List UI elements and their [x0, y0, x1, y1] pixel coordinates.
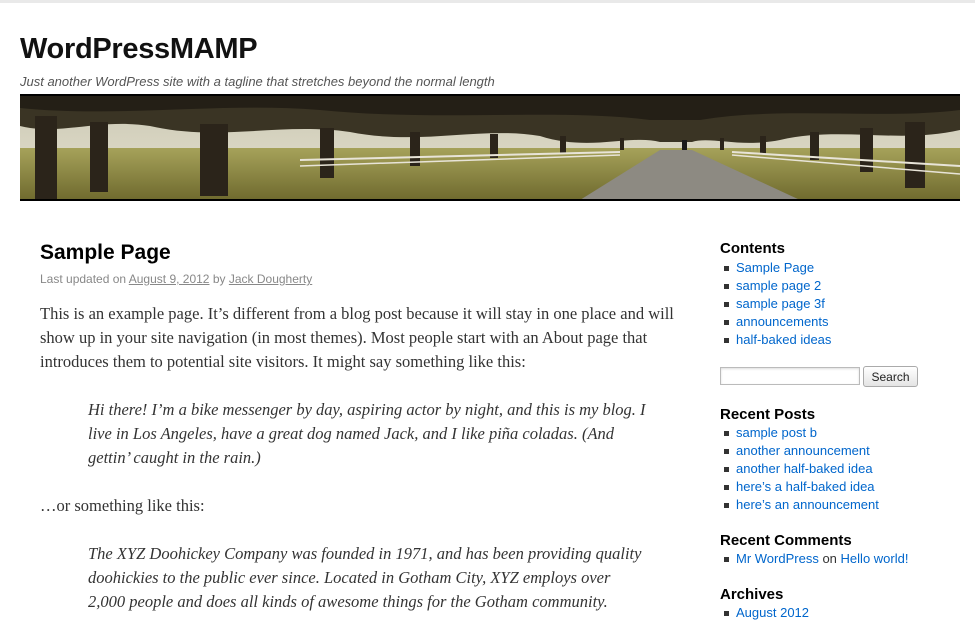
meta-by: by — [212, 272, 226, 286]
blockquote-2: The XYZ Doohickey Company was founded in… — [88, 544, 642, 611]
entry-content: This is an example page. It’s different … — [40, 302, 685, 638]
page-link[interactable]: sample page 3f — [736, 296, 825, 311]
post-link[interactable]: another announcement — [736, 443, 870, 458]
site-tagline: Just another WordPress site with a tagli… — [20, 74, 495, 89]
search-input[interactable] — [720, 367, 860, 385]
list-item: here’s a half-baked idea — [720, 478, 879, 496]
list-item: here’s an announcement — [720, 496, 879, 514]
list-item: half-baked ideas — [720, 331, 831, 349]
comment-author-link[interactable]: Mr WordPress — [736, 551, 819, 566]
archives-title: Archives — [720, 586, 784, 603]
contents-widget: Contents Sample Page sample page 2 sampl… — [720, 240, 831, 349]
recent-comments-title: Recent Comments — [720, 532, 852, 549]
list-item: Sample Page — [720, 259, 831, 277]
paragraph-or: …or something like this: — [40, 496, 205, 515]
paragraph-intro: This is an example page. It’s different … — [40, 304, 674, 371]
list-item: sample page 3f — [720, 295, 831, 313]
site-title[interactable]: WordPressMAMP — [20, 33, 258, 66]
list-item: Mr WordPress on Hello world! — [720, 550, 908, 568]
header-image — [20, 96, 960, 200]
recent-comments-widget: Recent Comments Mr WordPress on Hello wo… — [720, 532, 908, 568]
comment-post-link[interactable]: Hello world! — [841, 551, 909, 566]
list-item: sample page 2 — [720, 277, 831, 295]
page-link[interactable]: Sample Page — [736, 260, 814, 275]
recent-posts-widget: Recent Posts sample post b another annou… — [720, 406, 879, 514]
post-date-link[interactable]: August 9, 2012 — [129, 272, 210, 286]
archive-link[interactable]: August 2012 — [736, 605, 809, 620]
post-link[interactable]: here’s a half-baked idea — [736, 479, 875, 494]
meta-prefix: Last updated on — [40, 272, 127, 286]
top-border — [0, 0, 975, 3]
blockquote-1: Hi there! I’m a bike messenger by day, a… — [88, 400, 646, 467]
list-item: August 2012 — [720, 604, 809, 622]
tree-lined-road-header-image — [20, 96, 960, 200]
search-button[interactable]: Search — [863, 366, 918, 387]
header-image-rule — [20, 199, 960, 201]
list-item: announcements — [720, 313, 831, 331]
recent-posts-title: Recent Posts — [720, 406, 816, 423]
list-item: sample post b — [720, 424, 879, 442]
author-link[interactable]: Jack Dougherty — [229, 272, 312, 286]
entry-meta: Last updated on August 9, 2012 by Jack D… — [40, 272, 312, 286]
comment-on-text: on — [822, 551, 837, 566]
archives-widget: Archives August 2012 — [720, 586, 809, 622]
page-link[interactable]: announcements — [736, 314, 829, 329]
post-link[interactable]: sample post b — [736, 425, 817, 440]
page-link[interactable]: half-baked ideas — [736, 332, 831, 347]
list-item: another announcement — [720, 442, 879, 460]
page-link[interactable]: sample page 2 — [736, 278, 821, 293]
post-link[interactable]: another half-baked idea — [736, 461, 873, 476]
list-item: another half-baked idea — [720, 460, 879, 478]
post-link[interactable]: here’s an announcement — [736, 497, 879, 512]
contents-title: Contents — [720, 240, 785, 257]
page-title: Sample Page — [40, 241, 171, 264]
